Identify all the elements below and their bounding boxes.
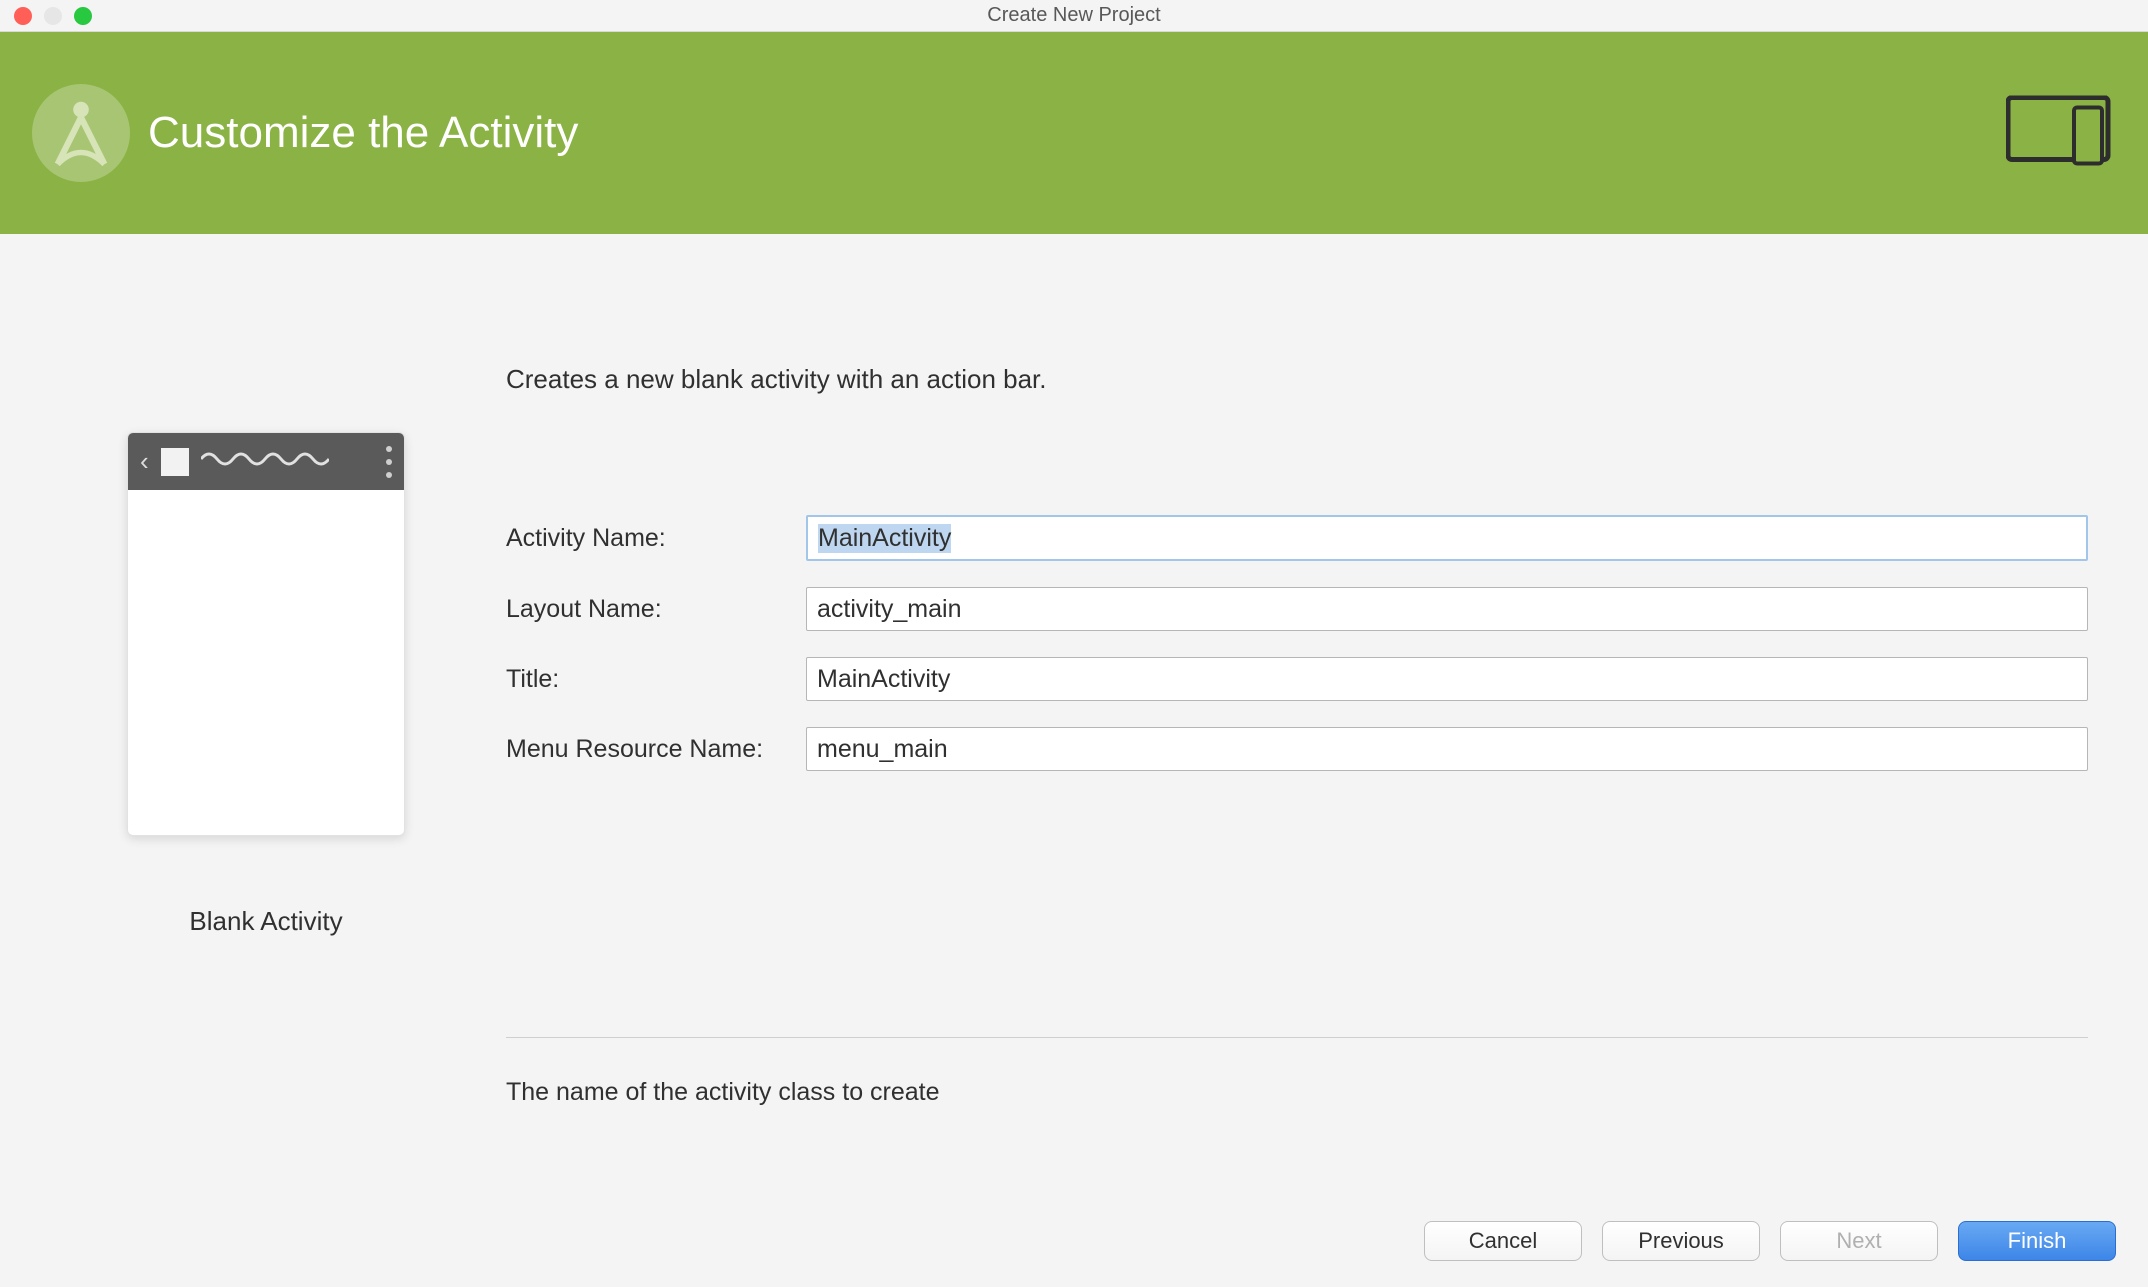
window-titlebar: Create New Project	[0, 0, 2148, 32]
form-column: Creates a new blank activity with an act…	[506, 294, 2112, 1107]
traffic-lights	[0, 7, 92, 25]
activity-preview: ‹	[127, 432, 405, 836]
title-row: Title:	[506, 657, 2088, 701]
close-window-button[interactable]	[14, 7, 32, 25]
app-icon-placeholder	[161, 448, 189, 476]
back-chevron-icon: ‹	[140, 446, 149, 477]
menu-resource-input[interactable]	[806, 727, 2088, 771]
activity-name-input[interactable]: MainActivity	[806, 515, 2088, 561]
activity-name-value: MainActivity	[818, 524, 951, 553]
title-label: Title:	[506, 665, 806, 694]
menu-resource-row: Menu Resource Name:	[506, 727, 2088, 771]
overflow-menu-icon	[386, 446, 392, 478]
content-area: ‹ Blank Activity Creates a new blank act…	[0, 234, 2148, 1107]
preview-label: Blank Activity	[189, 906, 342, 937]
layout-name-row: Layout Name:	[506, 587, 2088, 631]
wizard-footer: Cancel Previous Next Finish	[1424, 1221, 2116, 1261]
layout-name-input[interactable]	[806, 587, 2088, 631]
preview-column: ‹ Blank Activity	[36, 294, 496, 1107]
activity-name-label: Activity Name:	[506, 524, 806, 553]
divider	[506, 1037, 2088, 1038]
wizard-description: Creates a new blank activity with an act…	[506, 364, 2088, 395]
minimize-window-button[interactable]	[44, 7, 62, 25]
next-button: Next	[1780, 1221, 1938, 1261]
cancel-button[interactable]: Cancel	[1424, 1221, 1582, 1261]
activity-name-row: Activity Name: MainActivity	[506, 515, 2088, 561]
layout-name-label: Layout Name:	[506, 595, 806, 624]
menu-resource-label: Menu Resource Name:	[506, 735, 806, 764]
form-factor-icon	[2006, 96, 2116, 171]
wizard-title: Customize the Activity	[148, 108, 578, 158]
hint-text: The name of the activity class to create	[506, 1078, 2088, 1107]
maximize-window-button[interactable]	[74, 7, 92, 25]
previous-button[interactable]: Previous	[1602, 1221, 1760, 1261]
finish-button[interactable]: Finish	[1958, 1221, 2116, 1261]
title-placeholder-icon	[201, 452, 374, 471]
title-input[interactable]	[806, 657, 2088, 701]
android-studio-logo-icon	[32, 84, 130, 182]
wizard-banner: Customize the Activity	[0, 32, 2148, 234]
preview-actionbar: ‹	[128, 433, 404, 490]
window-title: Create New Project	[987, 4, 1160, 27]
